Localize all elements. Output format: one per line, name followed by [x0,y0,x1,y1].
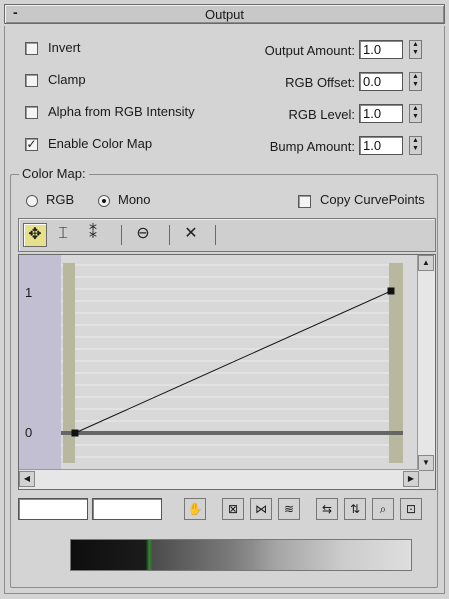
toolbar-separator [169,225,170,245]
zoom-extents-icon[interactable]: ⊠ [222,498,244,520]
coord-x-input[interactable] [18,498,88,520]
output-gradient-preview [70,539,412,571]
move-points-icon[interactable]: ✥ [23,223,47,247]
rgb-level-input[interactable] [359,104,403,123]
curve-svg[interactable] [19,255,419,471]
clamp-label: Clamp [48,72,86,87]
curve-point-end[interactable] [387,287,395,295]
scroll-left-icon[interactable]: ◀ [19,471,35,487]
zoom-vertical-extents-icon[interactable]: ≋ [278,498,300,520]
invert-checkbox[interactable] [25,42,38,55]
scale-point-icon[interactable]: ⌶ [51,223,75,247]
zoom-vertical-icon[interactable]: ⇅ [344,498,366,520]
scroll-up-icon[interactable]: ▲ [418,255,434,271]
grid-lines [61,264,403,458]
bump-amount-input[interactable] [359,136,403,155]
copy-curve-points-checkbox[interactable] [298,195,311,208]
curve-line[interactable] [74,290,392,434]
copy-curve-points-label: Copy CurvePoints [320,192,425,207]
rgb-radio-label: RGB [46,192,75,207]
clamp-checkbox[interactable] [25,74,38,87]
rgb-offset-label: RGB Offset: [285,75,355,90]
output-amount-input[interactable] [359,40,403,59]
mono-radio[interactable] [98,195,110,207]
invert-label: Invert [48,40,81,55]
add-point-icon[interactable]: ⁑ [81,223,105,247]
bump-amount-spinner-arrows[interactable]: ▲ ▼ [409,136,422,155]
y-label-top: 1 [25,285,33,300]
curve-bottom-tools: ✋ ⊠ ⋈ ≋ ⇆ ⇅ ⌕ ⊡ [18,496,436,522]
alpha-from-rgb-label: Alpha from RGB Intensity [48,104,195,119]
rgb-level-spinner-arrows[interactable]: ▲ ▼ [409,104,422,123]
pan-icon[interactable]: ✋ [184,498,206,520]
mono-radio-label: Mono [118,192,151,207]
coord-y-input[interactable] [92,498,162,520]
rollout-title: Output [204,7,245,22]
output-amount-label: Output Amount: [264,43,355,58]
rgb-level-label: RGB Level: [288,107,355,122]
zoom-horizontal-extents-icon[interactable]: ⋈ [250,498,272,520]
zoom-horizontal-icon[interactable]: ⇆ [316,498,338,520]
reset-curve-icon[interactable]: ⊖ [131,223,155,247]
horizontal-scrollbar[interactable]: ◀ ▶ [19,469,419,489]
curve-point-start[interactable] [71,429,79,437]
output-rollout-header[interactable]: - Output [4,4,445,24]
zoom-region-icon[interactable]: ⊡ [400,498,422,520]
color-map-title: Color Map: [19,166,89,181]
scroll-right-icon[interactable]: ▶ [403,471,419,487]
rgb-offset-spinner-arrows[interactable]: ▲ ▼ [409,72,422,91]
output-amount-spinner-arrows[interactable]: ▲ ▼ [409,40,422,59]
enable-color-map-label: Enable Color Map [48,136,153,151]
bump-amount-label: Bump Amount: [269,139,355,154]
rgb-radio[interactable] [26,195,38,207]
zoom-icon[interactable]: ⌕ [372,498,394,520]
toolbar-separator [121,225,122,245]
rgb-offset-input[interactable] [359,72,403,91]
vertical-scrollbar[interactable]: ▲ ▼ [417,255,435,471]
y-label-bottom: 0 [25,425,33,440]
toolbar-separator [215,225,216,245]
curve-graph[interactable]: 1 0 ▲ ▼ ◀ ▶ [18,254,436,490]
curve-toolbar: ✥ ⌶ ⁑ ⊖ ✕ [18,218,436,252]
delete-point-icon[interactable]: ✕ [179,223,203,247]
enable-color-map-checkbox[interactable]: ✓ [25,138,38,151]
alpha-from-rgb-checkbox[interactable] [25,106,38,119]
scroll-down-icon[interactable]: ▼ [418,455,434,471]
